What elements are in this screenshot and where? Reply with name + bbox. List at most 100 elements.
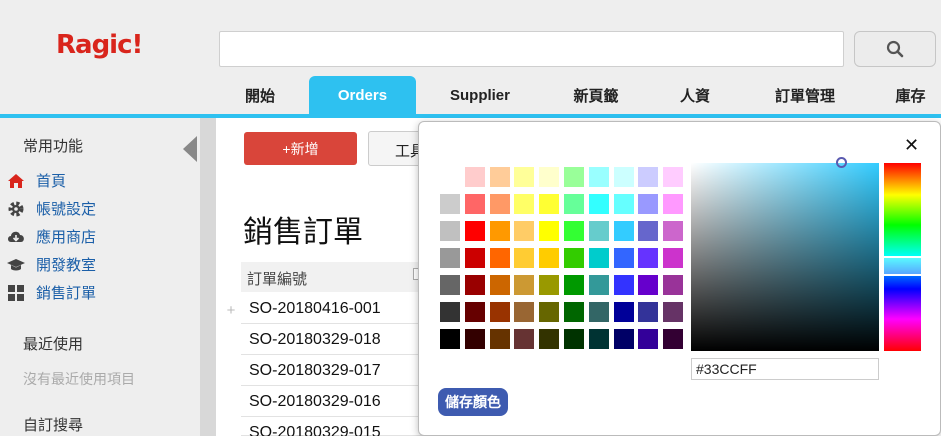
color-swatch[interactable] [613, 275, 634, 295]
ragic-logo[interactable]: Ragic! [56, 30, 143, 60]
color-swatch[interactable] [489, 329, 510, 349]
color-swatch[interactable] [539, 248, 560, 268]
hex-color-input[interactable] [691, 358, 879, 380]
tab-inventory[interactable]: 庫存 [880, 76, 941, 115]
color-swatch[interactable] [539, 167, 560, 187]
color-swatch[interactable] [613, 167, 634, 187]
color-swatch[interactable] [514, 221, 535, 241]
color-swatch[interactable] [663, 329, 684, 349]
table-row[interactable]: SO-20180329-016 [241, 386, 431, 417]
color-swatch[interactable] [588, 167, 609, 187]
color-swatch[interactable] [638, 167, 659, 187]
sidebar-item-app-store[interactable]: 應用商店 [6, 226, 96, 247]
color-swatch[interactable] [564, 302, 584, 322]
save-color-button[interactable]: 儲存顏色 [438, 388, 508, 416]
color-swatch[interactable] [440, 329, 460, 349]
color-swatch[interactable] [564, 221, 584, 241]
color-swatch[interactable] [514, 167, 535, 187]
expand-row-icon[interactable]: + [222, 302, 240, 320]
new-record-button[interactable]: +新增 [244, 132, 357, 165]
color-swatch[interactable] [514, 329, 535, 349]
color-cursor[interactable] [836, 157, 847, 168]
tab-supplier[interactable]: Supplier [435, 76, 525, 115]
color-swatch[interactable] [613, 302, 634, 322]
table-row[interactable]: SO-20180329-017 [241, 355, 431, 386]
color-swatch[interactable] [514, 275, 535, 295]
tab-orders[interactable]: Orders [309, 76, 416, 115]
color-swatch[interactable] [514, 194, 535, 214]
color-swatch[interactable] [539, 329, 560, 349]
color-swatch[interactable] [489, 275, 510, 295]
color-swatch[interactable] [489, 248, 510, 268]
color-swatch[interactable] [464, 167, 485, 187]
table-row[interactable]: SO-20180416-001 [241, 293, 431, 324]
color-swatch[interactable] [638, 194, 659, 214]
color-swatch[interactable] [638, 302, 659, 322]
table-row[interactable]: SO-20180329-018 [241, 324, 431, 355]
sidebar-item-sales-orders[interactable]: 銷售訂單 [6, 282, 96, 303]
color-swatch[interactable] [514, 302, 535, 322]
color-swatch[interactable] [638, 275, 659, 295]
color-swatch[interactable] [588, 221, 609, 241]
color-swatch[interactable] [613, 194, 634, 214]
color-swatch[interactable] [539, 194, 560, 214]
color-swatch[interactable] [613, 221, 634, 241]
color-swatch[interactable] [489, 167, 510, 187]
color-swatch[interactable] [638, 248, 659, 268]
search-button[interactable] [854, 31, 936, 67]
color-swatch[interactable] [489, 221, 510, 241]
color-swatch[interactable] [663, 194, 684, 214]
color-swatch[interactable] [464, 329, 485, 349]
column-header-order-number[interactable]: 訂單編號 [241, 262, 431, 292]
search-input[interactable] [219, 31, 844, 67]
color-swatch[interactable] [564, 194, 584, 214]
tab-new-tab[interactable]: 新頁籤 [551, 76, 641, 115]
color-swatch[interactable] [464, 248, 485, 268]
table-row[interactable]: SO-20180329-015 [241, 417, 431, 436]
color-swatch[interactable] [564, 167, 584, 187]
color-swatch[interactable] [464, 275, 485, 295]
saturation-value-area[interactable] [691, 163, 879, 351]
color-swatch[interactable] [539, 221, 560, 241]
color-swatch[interactable] [440, 248, 460, 268]
color-swatch[interactable] [440, 302, 460, 322]
color-swatch[interactable] [539, 302, 560, 322]
color-swatch[interactable] [564, 329, 584, 349]
color-swatch[interactable] [489, 194, 510, 214]
color-swatch[interactable] [663, 275, 684, 295]
color-swatch[interactable] [440, 194, 460, 214]
color-swatch[interactable] [638, 329, 659, 349]
sidebar-item-account-settings[interactable]: 帳號設定 [6, 198, 96, 219]
sidebar-item-home[interactable]: 首頁 [6, 170, 66, 191]
color-swatch[interactable] [489, 302, 510, 322]
color-swatch[interactable] [663, 167, 684, 187]
color-swatch[interactable] [663, 248, 684, 268]
sidebar-collapse-arrow[interactable] [183, 136, 197, 162]
sidebar-scrollbar[interactable] [200, 118, 216, 436]
color-swatch[interactable] [440, 275, 460, 295]
close-icon[interactable]: ✕ [904, 135, 919, 156]
tab-order-management[interactable]: 訂單管理 [760, 76, 850, 115]
color-swatch[interactable] [514, 248, 535, 268]
color-swatch[interactable] [539, 275, 560, 295]
color-swatch[interactable] [440, 167, 460, 187]
color-swatch[interactable] [440, 221, 460, 241]
color-swatch[interactable] [638, 221, 659, 241]
tab-start[interactable]: 開始 [220, 76, 300, 115]
color-swatch[interactable] [588, 194, 609, 214]
tab-hr[interactable]: 人資 [660, 76, 730, 115]
color-swatch[interactable] [464, 221, 485, 241]
color-swatch[interactable] [588, 275, 609, 295]
color-swatch[interactable] [464, 194, 485, 214]
color-swatch[interactable] [613, 248, 634, 268]
color-swatch[interactable] [663, 302, 684, 322]
color-swatch[interactable] [663, 221, 684, 241]
color-swatch[interactable] [588, 302, 609, 322]
sidebar-item-dev-classroom[interactable]: 開發教室 [6, 254, 96, 275]
color-swatch[interactable] [564, 248, 584, 268]
hue-slider-handle[interactable] [882, 256, 923, 276]
color-swatch[interactable] [464, 302, 485, 322]
color-swatch[interactable] [564, 275, 584, 295]
color-swatch[interactable] [588, 248, 609, 268]
color-swatch[interactable] [588, 329, 609, 349]
